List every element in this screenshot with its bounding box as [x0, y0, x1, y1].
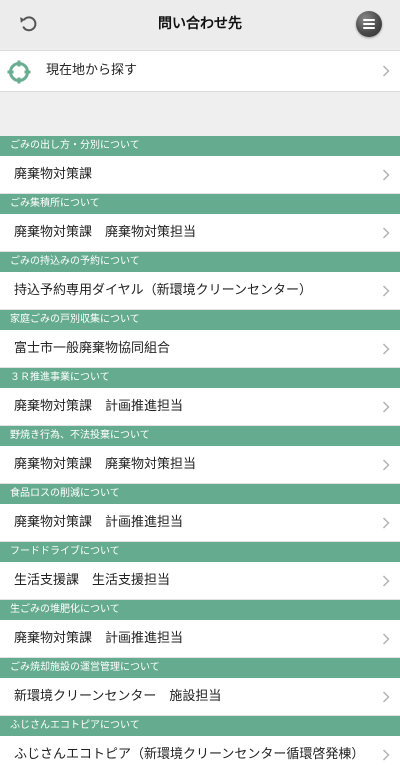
contact-item-label: 廃棄物対策課 計画推進担当 — [14, 399, 184, 414]
contact-item-label: ふじさんエコトピア（新環境クリーンセンター循環啓発棟） — [14, 747, 365, 762]
contact-item[interactable]: 新環境クリーンセンター 施設担当 — [0, 678, 400, 716]
contact-item[interactable]: 持込予約専用ダイヤル（新環境クリーンセンター） — [0, 272, 400, 310]
section-header: 家庭ごみの戸別収集について — [0, 310, 400, 330]
contact-item-label: 廃棄物対策課 — [14, 167, 93, 182]
section-header: 生ごみの堆肥化について — [0, 600, 400, 620]
spacer — [0, 92, 400, 136]
chevron-right-icon — [382, 284, 390, 297]
contact-item[interactable]: 生活支援課 生活支援担当 — [0, 562, 400, 600]
contact-item[interactable]: 廃棄物対策課 廃棄物対策担当 — [0, 446, 400, 484]
contact-item[interactable]: 廃棄物対策課 計画推進担当 — [0, 504, 400, 542]
chevron-right-icon — [382, 342, 390, 355]
current-location-label: 現在地から探す — [46, 63, 138, 78]
chevron-right-icon — [382, 400, 390, 413]
contact-item-label: 富士市一般廃棄物協同組合 — [14, 341, 171, 356]
section-header: ごみの出し方・分別について — [0, 136, 400, 156]
app-header: 問い合わせ先 — [0, 0, 400, 48]
section-header: フードドライブについて — [0, 542, 400, 562]
contact-item-label: 廃棄物対策課 計画推進担当 — [14, 631, 184, 646]
crosshair-icon — [7, 60, 31, 84]
section-header: ごみ焼却施設の運営管理について — [0, 658, 400, 678]
section-header: ごみの持込みの予約について — [0, 252, 400, 272]
chevron-right-icon — [382, 574, 390, 587]
chevron-right-icon — [382, 168, 390, 181]
section-header: ごみ集積所について — [0, 194, 400, 214]
contact-item[interactable]: 廃棄物対策課 計画推進担当 — [0, 620, 400, 658]
section-header: ３Ｒ推進事業について — [0, 368, 400, 388]
chevron-right-icon — [382, 748, 390, 761]
section-header: ふじさんエコトピアについて — [0, 716, 400, 736]
chevron-right-icon — [382, 516, 390, 529]
contact-item[interactable]: ふじさんエコトピア（新環境クリーンセンター循環啓発棟） — [0, 736, 400, 770]
contact-item[interactable]: 廃棄物対策課 — [0, 156, 400, 194]
chevron-right-icon — [382, 632, 390, 645]
menu-button[interactable] — [356, 11, 382, 37]
contact-item[interactable]: 廃棄物対策課 廃棄物対策担当 — [0, 214, 400, 252]
chevron-right-icon — [382, 65, 390, 77]
contact-item[interactable]: 富士市一般廃棄物協同組合 — [0, 330, 400, 368]
contact-item[interactable]: 廃棄物対策課 計画推進担当 — [0, 388, 400, 426]
section-header: 野焼き行為、不法投棄について — [0, 426, 400, 446]
page-title: 問い合わせ先 — [158, 16, 242, 32]
contact-item-label: 持込予約専用ダイヤル（新環境クリーンセンター） — [14, 283, 312, 298]
chevron-right-icon — [382, 690, 390, 703]
contact-item-label: 廃棄物対策課 廃棄物対策担当 — [14, 225, 197, 240]
contact-list: ごみの出し方・分別について廃棄物対策課ごみ集積所について廃棄物対策課 廃棄物対策… — [0, 136, 400, 770]
contact-item-label: 廃棄物対策課 計画推進担当 — [14, 515, 184, 530]
chevron-right-icon — [382, 458, 390, 471]
section-header: 食品ロスの削減について — [0, 484, 400, 504]
contact-item-label: 新環境クリーンセンター 施設担当 — [14, 689, 222, 704]
current-location-row[interactable]: 現在地から探す — [0, 50, 400, 92]
contact-item-label: 生活支援課 生活支援担当 — [14, 573, 171, 588]
chevron-right-icon — [382, 226, 390, 239]
contact-item-label: 廃棄物対策課 廃棄物対策担当 — [14, 457, 197, 472]
menu-icon — [363, 19, 375, 29]
